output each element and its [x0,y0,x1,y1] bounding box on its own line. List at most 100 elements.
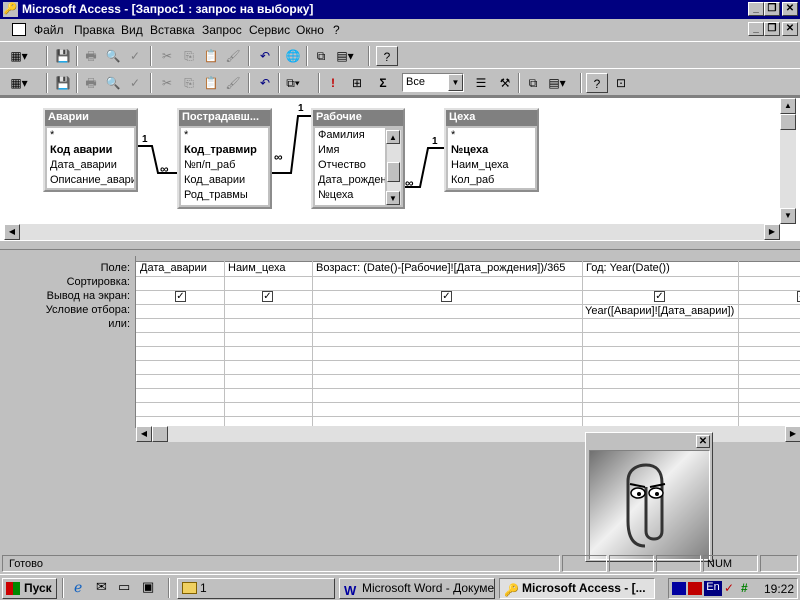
top-values-select[interactable]: Все ▼ [402,73,464,92]
menu-edit[interactable]: Правка [74,23,115,37]
field-cell-2[interactable]: Наим_цеха [228,262,285,274]
menu-help[interactable]: ? [333,23,340,37]
table-postradavshie[interactable]: Пострадавш... * Код_травмир №п/п_раб Код… [177,108,272,209]
design-vscrollbar[interactable]: ▲ ▼ [780,98,796,224]
help-icon[interactable]: ? [376,46,398,66]
new-object-icon[interactable]: ▤▾ [546,73,568,93]
scroll-thumb[interactable] [387,162,400,182]
table-avarii[interactable]: Аварии * Код аварии Дата_аварии Описание… [43,108,138,192]
scroll-up-icon[interactable]: ▲ [386,130,400,144]
relationships-icon[interactable]: ⧉ [310,46,332,66]
field-item[interactable]: * [451,128,535,143]
field-item[interactable]: №цеха [318,188,385,203]
field-item[interactable]: Описание_авари [50,173,134,188]
print-icon[interactable]: 🖶 [80,46,102,66]
format-painter-icon[interactable]: 🖌 [222,46,244,66]
preview-icon[interactable]: 🔍 [102,46,124,66]
view-icon[interactable]: ▦▾ [8,73,30,93]
channels-icon[interactable]: ▣ [142,579,154,595]
task-access[interactable]: 🔑 Microsoft Access - [... [499,578,655,599]
cut-icon[interactable]: ✂ [156,46,178,66]
field-item[interactable]: №цеха [451,143,535,158]
show-checkbox-2[interactable]: ✓ [262,291,273,302]
field-item[interactable]: Дата_рождени [318,173,385,188]
design-hscrollbar[interactable]: ◀ ▶ [4,224,780,240]
doc-restore-button[interactable]: ❐ [764,22,780,36]
field-cell-1[interactable]: Дата_аварии [140,262,207,274]
field-item[interactable]: Код аварии [50,143,134,158]
tray-app-icon[interactable] [672,582,686,595]
menu-query[interactable]: Запрос [202,23,242,37]
show-desktop-icon[interactable]: ▭ [118,579,130,595]
field-list[interactable]: * №цеха Наим_цеха Кол_раб [448,128,535,188]
field-item[interactable]: * [50,128,134,143]
doc-close-button[interactable]: ✕ [782,22,798,36]
paste-icon[interactable]: 📋 [200,46,222,66]
task-word[interactable]: W Microsoft Word - Докуме... [339,578,495,599]
scroll-left-icon[interactable]: ◀ [4,224,20,240]
field-item[interactable]: Кол_раб [451,173,535,188]
outlook-express-icon[interactable]: ✉ [96,579,107,595]
help-icon[interactable]: ? [586,73,608,93]
scroll-right-icon[interactable]: ▶ [764,224,780,240]
table-tseha[interactable]: Цеха * №цеха Наим_цеха Кол_раб [444,108,539,192]
field-item[interactable]: Отчество [318,158,385,173]
totals-icon[interactable]: Σ [372,73,394,93]
scroll-down-icon[interactable]: ▼ [780,208,796,224]
show-checkbox-4[interactable]: ✓ [654,291,665,302]
zoom-icon[interactable]: ⊡ [610,73,632,93]
copy-icon[interactable]: ⎘ [178,73,200,93]
spelling-icon[interactable]: ✓ [124,73,146,93]
assistant-close-button[interactable]: ✕ [696,435,710,448]
scroll-right-icon[interactable]: ▶ [785,426,800,442]
web-icon[interactable]: 🌐 [282,46,304,66]
design-grid[interactable]: Дата_аварии Наим_цеха Возраст: (Date()-[… [135,256,800,442]
ie-icon[interactable]: ℯ [74,579,82,596]
scroll-left-icon[interactable]: ◀ [136,426,152,442]
field-cell-4[interactable]: Год: Year(Date()) [586,262,670,274]
cut-icon[interactable]: ✂ [156,73,178,93]
doc-minimize-button[interactable]: _ [748,22,764,36]
view-icon[interactable]: ▦▾ [8,46,30,66]
scroll-down-icon[interactable]: ▼ [386,191,400,205]
field-list[interactable]: * Код аварии Дата_аварии Описание_авари [47,128,134,188]
show-checkbox-3[interactable]: ✓ [441,291,452,302]
menu-insert[interactable]: Вставка [150,23,195,37]
copy-icon[interactable]: ⎘ [178,46,200,66]
print-icon[interactable]: 🖶 [80,73,102,93]
scroll-thumb[interactable] [780,114,796,130]
scroll-thumb[interactable] [152,426,168,442]
field-list[interactable]: Фамилия Имя Отчество Дата_рождени №цеха [315,128,385,205]
menu-file[interactable]: Файл [34,23,64,37]
field-item[interactable]: Род_травмы [184,188,268,203]
criteria-cell-4[interactable]: Year([Аварии]![Дата_аварии]) [585,305,734,317]
show-checkbox-1[interactable]: ✓ [175,291,186,302]
build-icon[interactable]: ⚒ [494,73,516,93]
new-object-icon[interactable]: ▤▾ [334,46,356,66]
field-cell-3[interactable]: Возраст: (Date()-[Рабочие]![Дата_рождени… [316,262,565,274]
undo-icon[interactable]: ↶ [254,73,276,93]
doc-icon[interactable] [12,23,26,36]
field-item[interactable]: Код_аварии [184,173,268,188]
table-rabochie[interactable]: Рабочие Фамилия Имя Отчество Дата_рожден… [311,108,405,209]
run-icon[interactable]: ! [322,73,344,93]
start-button[interactable]: Пуск [2,578,57,599]
tray-hash-icon[interactable]: # [741,581,748,595]
field-item[interactable]: №п/п_раб [184,158,268,173]
show-table-icon[interactable]: ⊞ [346,73,368,93]
language-indicator[interactable]: En [704,581,722,596]
paste-icon[interactable]: 📋 [200,73,222,93]
query-type-icon[interactable]: ⧉▾ [282,73,304,93]
chevron-down-icon[interactable]: ▼ [448,74,463,91]
field-item[interactable]: Дата_аварии [50,158,134,173]
save-icon[interactable]: 💾 [52,46,74,66]
table-scrollbar[interactable]: ▲ ▼ [386,130,401,205]
field-item[interactable]: Наим_цеха [451,158,535,173]
task-folder-1[interactable]: 1 [177,578,335,599]
minimize-button[interactable]: _ [748,2,764,16]
menu-tools[interactable]: Сервис [249,23,290,37]
format-painter-icon[interactable]: 🖌 [222,73,244,93]
menu-view[interactable]: Вид [121,23,143,37]
spelling-icon[interactable]: ✓ [124,46,146,66]
office-assistant[interactable]: ✕ [585,432,713,562]
